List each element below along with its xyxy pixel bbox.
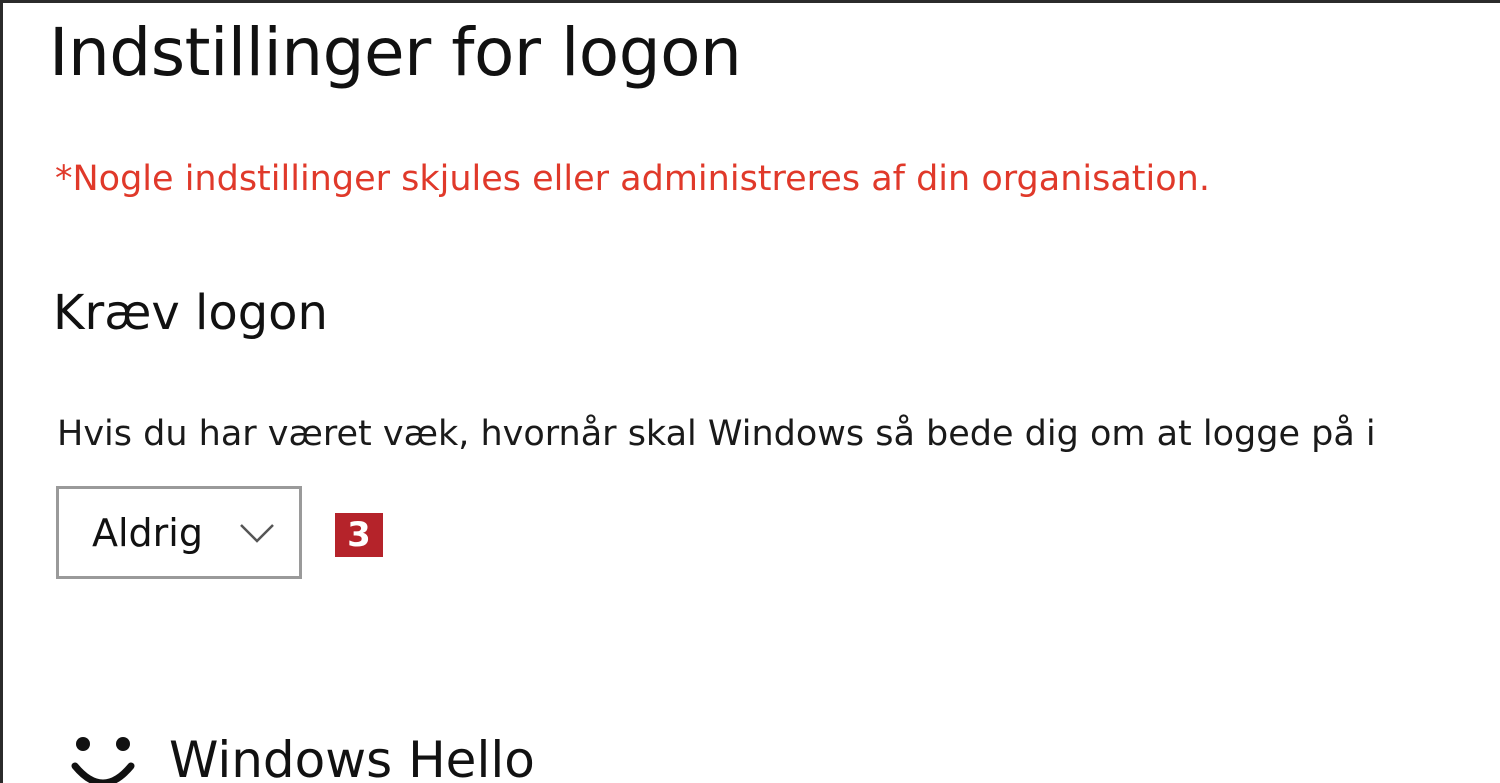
step-number-badge: 3: [335, 513, 383, 557]
settings-window: Indstillinger for logon *Nogle indstilli…: [0, 0, 1500, 783]
windows-hello-section: Windows Hello: [69, 725, 535, 783]
windows-hello-label: Windows Hello: [169, 731, 535, 783]
require-signin-question: Hvis du har været væk, hvornår skal Wind…: [57, 414, 1376, 454]
organization-notice: *Nogle indstillinger skjules eller admin…: [55, 159, 1210, 199]
chevron-down-icon: [240, 524, 274, 543]
smile-icon: [71, 737, 135, 783]
dropdown-selected-value: Aldrig: [92, 510, 203, 555]
require-signin-heading: Kræv logon: [53, 285, 328, 341]
require-signin-dropdown[interactable]: Aldrig: [56, 486, 302, 579]
page-title: Indstillinger for logon: [49, 14, 742, 91]
